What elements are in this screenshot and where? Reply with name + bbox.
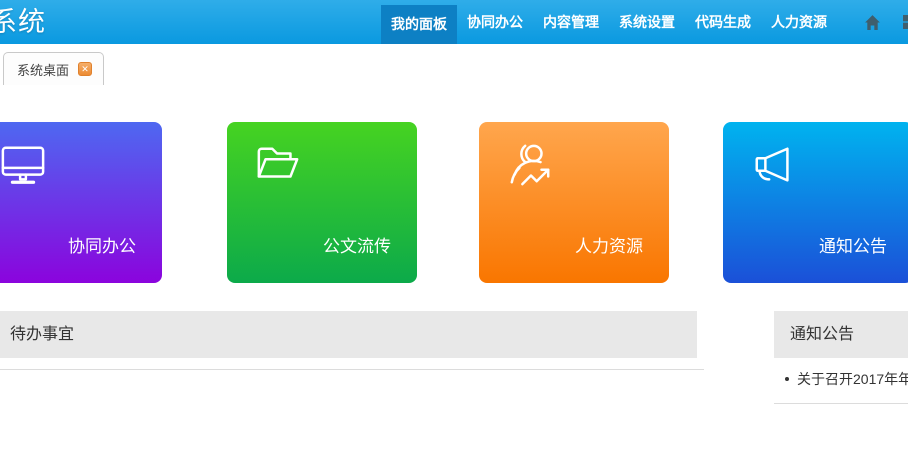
tile-label: 通知公告 — [819, 232, 887, 257]
nav-item-settings[interactable]: 系统设置 — [609, 0, 685, 44]
page: 系统 我的面板 协同办公 内容管理 系统设置 代码生成 人力资源 系统桌面 ✕ — [0, 0, 908, 454]
nav-item-content[interactable]: 内容管理 — [533, 0, 609, 44]
open-folder-icon — [255, 142, 301, 193]
bullet-icon — [785, 377, 789, 381]
notice-item-text: 关于召开2017年年 — [797, 369, 908, 389]
nav-item-hr[interactable]: 人力资源 — [761, 0, 837, 44]
tile-collab-office[interactable]: 协同办公 — [0, 122, 162, 283]
nav-item-codegen[interactable]: 代码生成 — [685, 0, 761, 44]
notice-list-item[interactable]: 关于召开2017年年 — [785, 369, 908, 389]
person-trend-icon — [507, 142, 553, 193]
nav-item-collab[interactable]: 协同办公 — [457, 0, 533, 44]
tile-notices[interactable]: 通知公告 — [723, 122, 908, 283]
todo-divider — [0, 369, 704, 370]
home-icon[interactable] — [864, 14, 881, 31]
tile-label: 人力资源 — [575, 232, 643, 257]
app-title: 系统 — [0, 0, 46, 44]
nav-item-my-panel[interactable]: 我的面板 — [381, 0, 457, 44]
notice-panel-header: 通知公告 — [774, 311, 908, 358]
grid-icon[interactable] — [902, 14, 908, 31]
todo-panel-header: 待办事宜 — [0, 311, 697, 358]
tile-human-resources[interactable]: 人力资源 — [479, 122, 669, 283]
topbar: 系统 我的面板 协同办公 内容管理 系统设置 代码生成 人力资源 — [0, 0, 908, 44]
tab-label: 系统桌面 — [17, 60, 69, 79]
tab-system-desktop[interactable]: 系统桌面 ✕ — [3, 52, 104, 85]
notice-divider — [774, 403, 908, 404]
main-nav: 我的面板 协同办公 内容管理 系统设置 代码生成 人力资源 — [381, 0, 908, 44]
megaphone-icon — [751, 142, 797, 193]
tile-label: 公文流传 — [323, 232, 391, 257]
tile-document-flow[interactable]: 公文流传 — [227, 122, 417, 283]
close-icon[interactable]: ✕ — [78, 62, 92, 76]
monitor-icon — [0, 142, 46, 193]
tile-label: 协同办公 — [68, 232, 136, 257]
